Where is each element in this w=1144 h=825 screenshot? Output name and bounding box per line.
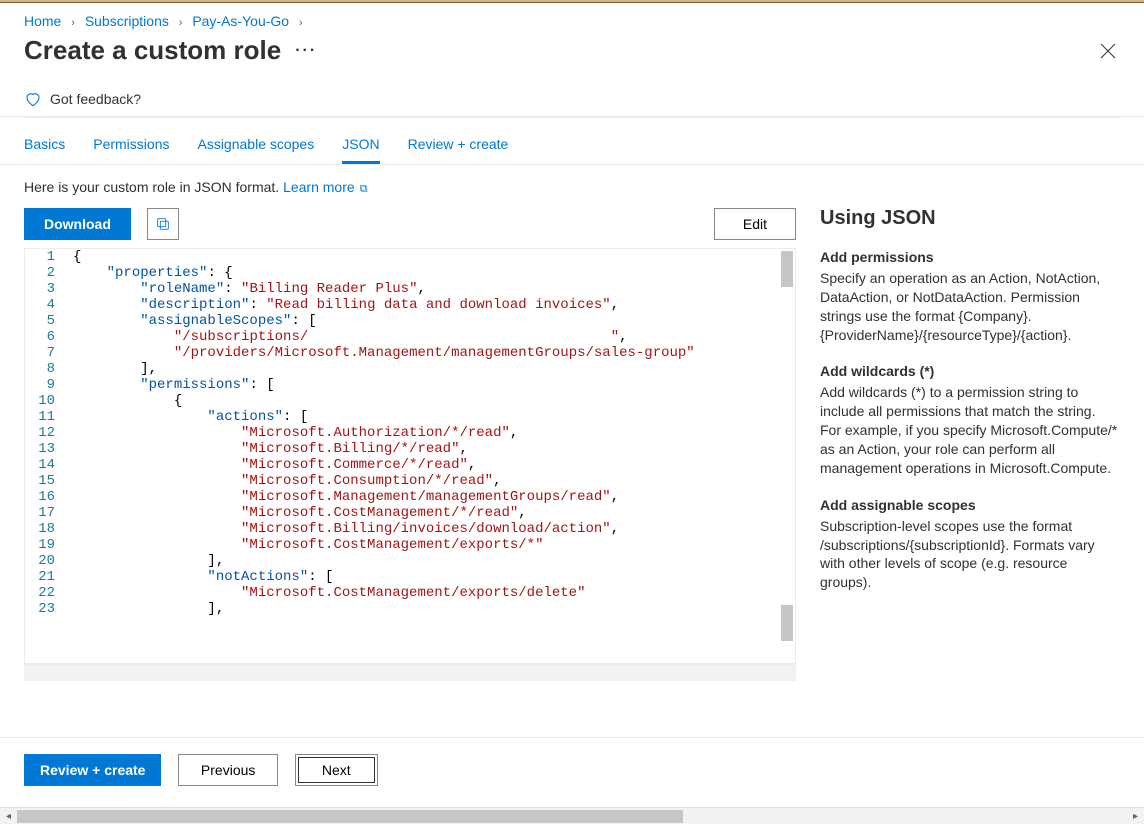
line-number: 22 — [25, 585, 73, 601]
scroll-left-arrow-icon[interactable]: ◂ — [0, 808, 17, 825]
line-number: 5 — [25, 313, 73, 329]
breadcrumb-payg[interactable]: Pay-As-You-Go — [192, 13, 289, 29]
line-number: 17 — [25, 505, 73, 521]
close-button[interactable] — [1096, 39, 1120, 63]
editor-scrollbar-thumb-top[interactable] — [781, 251, 793, 287]
feedback-link[interactable]: Got feedback? — [50, 91, 141, 107]
code-line: "Microsoft.CostManagement/exports/delete… — [73, 585, 795, 601]
tab-json[interactable]: JSON — [342, 136, 379, 164]
copy-icon — [155, 216, 171, 232]
code-line: "actions": [ — [73, 409, 795, 425]
line-number: 23 — [25, 601, 73, 617]
line-number: 13 — [25, 441, 73, 457]
line-number: 8 — [25, 361, 73, 377]
code-line: "Microsoft.Commerce/*/read", — [73, 457, 795, 473]
line-number: 14 — [25, 457, 73, 473]
line-number: 1 — [25, 249, 73, 265]
tab-strip: Basics Permissions Assignable scopes JSO… — [0, 118, 1144, 165]
line-number: 16 — [25, 489, 73, 505]
intro-text: Here is your custom role in JSON format.… — [24, 179, 796, 196]
tab-assignable-scopes[interactable]: Assignable scopes — [197, 136, 314, 164]
code-line: { — [73, 249, 795, 265]
line-number: 15 — [25, 473, 73, 489]
breadcrumb-subscriptions[interactable]: Subscriptions — [85, 13, 169, 29]
editor-scrollbar-thumb-bottom[interactable] — [781, 605, 793, 641]
footer-bar: Review + create Previous Next — [0, 737, 1144, 802]
help-text-scopes: Subscription-level scopes use the format… — [820, 517, 1120, 593]
editor-horizontal-scrollbar[interactable] — [24, 664, 796, 681]
chevron-right-icon: › — [299, 17, 303, 29]
line-number: 7 — [25, 345, 73, 361]
help-heading-wildcards: Add wildcards (*) — [820, 362, 1120, 381]
line-number: 2 — [25, 265, 73, 281]
line-number: 12 — [25, 425, 73, 441]
help-panel: Using JSON Add permissions Specify an op… — [820, 179, 1120, 681]
code-line: "description": "Read billing data and do… — [73, 297, 795, 313]
code-line: "roleName": "Billing Reader Plus", — [73, 281, 795, 297]
help-text-permissions: Specify an operation as an Action, NotAc… — [820, 269, 1120, 345]
code-line: "notActions": [ — [73, 569, 795, 585]
copy-button[interactable] — [147, 208, 179, 240]
chevron-right-icon: › — [179, 17, 183, 29]
close-icon — [1100, 43, 1116, 59]
code-line: "permissions": [ — [73, 377, 795, 393]
code-line: "Microsoft.Management/managementGroups/r… — [73, 489, 795, 505]
line-number: 6 — [25, 329, 73, 345]
line-number: 21 — [25, 569, 73, 585]
line-number: 19 — [25, 537, 73, 553]
code-line: "Microsoft.CostManagement/exports/*" — [73, 537, 795, 553]
breadcrumb: Home › Subscriptions › Pay-As-You-Go › — [0, 3, 1144, 33]
json-editor[interactable]: 1{2 "properties": {3 "roleName": "Billin… — [24, 248, 796, 664]
line-number: 3 — [25, 281, 73, 297]
line-number: 11 — [25, 409, 73, 425]
help-text-wildcards: Add wildcards (*) to a permission string… — [820, 383, 1120, 477]
code-line: ], — [73, 361, 795, 377]
edit-button[interactable]: Edit — [714, 208, 796, 240]
code-line: "properties": { — [73, 265, 795, 281]
heart-icon — [24, 90, 42, 108]
line-number: 4 — [25, 297, 73, 313]
help-title: Using JSON — [820, 205, 1120, 232]
code-line: "/providers/Microsoft.Management/managem… — [73, 345, 795, 361]
line-number: 18 — [25, 521, 73, 537]
line-number: 10 — [25, 393, 73, 409]
breadcrumb-home[interactable]: Home — [24, 13, 61, 29]
code-line: "Microsoft.CostManagement/*/read", — [73, 505, 795, 521]
download-button[interactable]: Download — [24, 208, 131, 240]
chevron-right-icon: › — [71, 17, 75, 29]
code-line: "Microsoft.Consumption/*/read", — [73, 473, 795, 489]
code-line: ], — [73, 553, 795, 569]
scroll-right-arrow-icon[interactable]: ▸ — [1127, 808, 1144, 825]
line-number: 9 — [25, 377, 73, 393]
tab-permissions[interactable]: Permissions — [93, 136, 169, 164]
more-actions-button[interactable]: ··· — [295, 42, 317, 60]
tab-basics[interactable]: Basics — [24, 136, 65, 164]
tab-review-create[interactable]: Review + create — [408, 136, 509, 164]
window-horizontal-scrollbar[interactable]: ◂ ▸ — [0, 807, 1144, 824]
intro-text-span: Here is your custom role in JSON format. — [24, 179, 283, 195]
next-button[interactable]: Next — [295, 754, 378, 786]
code-line: "Microsoft.Billing/*/read", — [73, 441, 795, 457]
code-line: { — [73, 393, 795, 409]
window-scrollbar-thumb[interactable] — [17, 810, 683, 823]
page-title: Create a custom role — [24, 35, 281, 66]
code-line: "/subscriptions/ ", — [73, 329, 795, 345]
code-line: "Microsoft.Billing/invoices/download/act… — [73, 521, 795, 537]
external-link-icon: ⧉ — [357, 183, 368, 195]
code-line: "Microsoft.Authorization/*/read", — [73, 425, 795, 441]
review-create-button[interactable]: Review + create — [24, 754, 161, 786]
help-heading-permissions: Add permissions — [820, 248, 1120, 267]
learn-more-link[interactable]: Learn more ⧉ — [283, 179, 368, 195]
code-line: ], — [73, 601, 795, 617]
previous-button[interactable]: Previous — [178, 754, 278, 786]
line-number: 20 — [25, 553, 73, 569]
code-line: "assignableScopes": [ — [73, 313, 795, 329]
help-heading-scopes: Add assignable scopes — [820, 496, 1120, 515]
